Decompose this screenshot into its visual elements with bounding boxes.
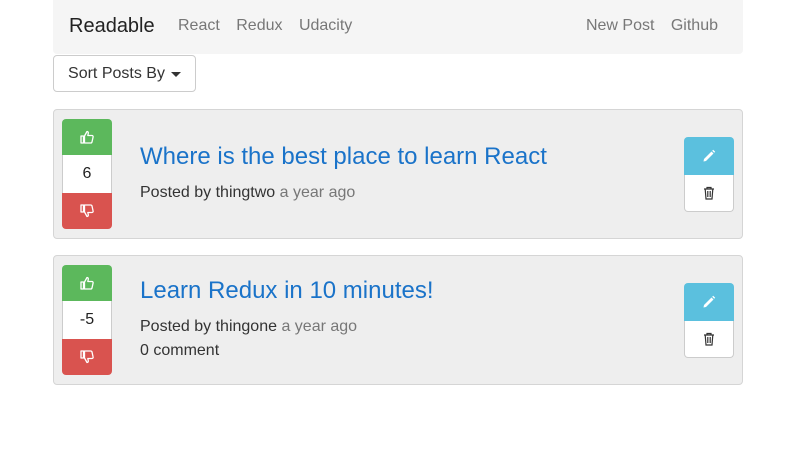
post-actions bbox=[684, 137, 734, 212]
trash-icon bbox=[704, 186, 714, 200]
pencil-icon bbox=[703, 295, 716, 308]
trash-icon bbox=[704, 332, 714, 346]
post-meta: Posted by thingtwo a year ago bbox=[140, 184, 355, 202]
nav-link-udacity[interactable]: Udacity bbox=[299, 17, 352, 34]
post-card: 6 Where is the best place to learn React… bbox=[53, 109, 743, 239]
post-title-link[interactable]: Learn Redux in 10 minutes! bbox=[140, 277, 434, 305]
sort-posts-dropdown[interactable]: Sort Posts By bbox=[53, 55, 196, 92]
post-actions bbox=[684, 283, 734, 358]
new-post-link[interactable]: New Post bbox=[586, 17, 654, 34]
nav-link-redux[interactable]: Redux bbox=[236, 17, 282, 34]
github-link[interactable]: Github bbox=[671, 17, 718, 34]
upvote-button[interactable] bbox=[62, 119, 112, 155]
thumbs-down-icon bbox=[80, 204, 94, 218]
comment-count: 0 comment bbox=[140, 342, 220, 359]
category-nav: React Redux Udacity bbox=[178, 17, 364, 35]
sort-posts-label: Sort Posts By bbox=[68, 64, 165, 82]
pencil-icon bbox=[703, 149, 716, 162]
post-time: a year ago bbox=[279, 184, 356, 201]
vote-control: -5 bbox=[62, 265, 112, 375]
thumbs-up-icon bbox=[80, 130, 94, 144]
downvote-button[interactable] bbox=[62, 193, 112, 229]
post-title-link[interactable]: Where is the best place to learn React bbox=[140, 143, 547, 171]
vote-score: 6 bbox=[62, 155, 112, 193]
downvote-button[interactable] bbox=[62, 339, 112, 375]
upvote-button[interactable] bbox=[62, 265, 112, 301]
vote-control: 6 bbox=[62, 119, 112, 229]
post-time: a year ago bbox=[281, 318, 358, 335]
post-author: Posted by thingtwo bbox=[140, 184, 276, 201]
nav-link-react[interactable]: React bbox=[178, 17, 220, 34]
post-card: -5 Learn Redux in 10 minutes! Posted by … bbox=[53, 255, 743, 385]
right-nav: New Post Github bbox=[574, 17, 718, 35]
delete-post-button[interactable] bbox=[684, 175, 734, 212]
post-author: Posted by thingone bbox=[140, 318, 277, 335]
vote-score: -5 bbox=[62, 301, 112, 339]
caret-down-icon bbox=[170, 72, 181, 77]
thumbs-down-icon bbox=[80, 350, 94, 364]
delete-post-button[interactable] bbox=[684, 321, 734, 358]
post-meta: Posted by thingone a year ago bbox=[140, 318, 357, 336]
navbar: Readable React Redux Udacity New Post Gi… bbox=[53, 0, 743, 54]
edit-post-button[interactable] bbox=[684, 137, 734, 175]
brand[interactable]: Readable bbox=[69, 15, 155, 38]
thumbs-up-icon bbox=[80, 276, 94, 290]
edit-post-button[interactable] bbox=[684, 283, 734, 321]
